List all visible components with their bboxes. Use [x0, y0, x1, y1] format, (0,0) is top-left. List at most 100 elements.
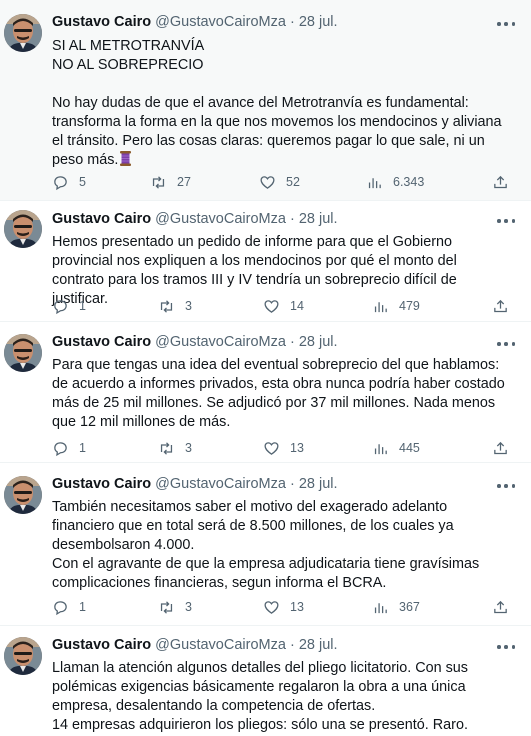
- share-button[interactable]: [492, 597, 519, 617]
- reply-button[interactable]: 5: [52, 172, 86, 192]
- tweet-date[interactable]: 28 jul.: [299, 14, 338, 30]
- retweet-icon: [152, 175, 165, 189]
- reply-icon: [54, 441, 67, 456]
- views-button[interactable]: 479: [372, 296, 420, 316]
- tweet-date[interactable]: 28 jul.: [299, 637, 338, 653]
- author-handle[interactable]: @GustavoCairoMza: [155, 637, 286, 653]
- tweet-date[interactable]: 28 jul.: [299, 211, 338, 227]
- tweet-1[interactable]: Gustavo Cairo @GustavoCairoMza · 28 jul.…: [0, 0, 531, 201]
- author-handle[interactable]: @GustavoCairoMza: [155, 476, 286, 492]
- views-count: 6.343: [393, 175, 425, 189]
- heart-icon: [260, 175, 275, 189]
- reply-count: 5: [79, 175, 86, 189]
- tweet-text: SI AL METROTRANVÍA NO AL SOBREPRECIO No …: [52, 37, 512, 170]
- reply-button[interactable]: 1: [52, 296, 86, 316]
- avatar[interactable]: [4, 476, 42, 514]
- more-icon[interactable]: [497, 341, 515, 347]
- reply-count: 1: [79, 441, 86, 455]
- tweet-3[interactable]: Gustavo Cairo @GustavoCairoMza · 28 jul.…: [0, 322, 531, 463]
- reply-count: 1: [79, 600, 86, 614]
- views-button[interactable]: 445: [372, 438, 420, 458]
- like-button[interactable]: 52: [259, 172, 300, 192]
- tweet-4[interactable]: Gustavo Cairo @GustavoCairoMza · 28 jul.…: [0, 463, 531, 626]
- more-icon[interactable]: [497, 21, 515, 27]
- author-name[interactable]: Gustavo Cairo: [52, 476, 151, 492]
- views-button[interactable]: 367: [372, 597, 420, 617]
- more-icon[interactable]: [497, 644, 515, 650]
- more-icon[interactable]: [497, 218, 515, 224]
- share-icon: [494, 299, 507, 312]
- author-name[interactable]: Gustavo Cairo: [52, 211, 151, 227]
- tweet-header: Gustavo Cairo @GustavoCairoMza · 28 jul.: [52, 476, 338, 492]
- reply-icon: [54, 175, 67, 190]
- avatar[interactable]: [4, 334, 42, 372]
- retweet-button[interactable]: 3: [158, 597, 192, 617]
- views-count: 367: [399, 600, 420, 614]
- heart-icon: [264, 299, 279, 313]
- author-name[interactable]: Gustavo Cairo: [52, 637, 151, 653]
- tweet-2[interactable]: Gustavo Cairo @GustavoCairoMza · 28 jul.…: [0, 201, 531, 322]
- tweet-actions: 1 3 14 479: [52, 296, 510, 316]
- retweet-count: 3: [185, 441, 192, 455]
- retweet-count: 27: [177, 175, 191, 189]
- retweet-icon: [160, 441, 173, 455]
- retweet-icon: [160, 600, 173, 614]
- retweet-button[interactable]: 3: [158, 438, 192, 458]
- share-icon: [494, 600, 507, 613]
- views-icon: [374, 602, 387, 613]
- separator: ·: [289, 211, 295, 227]
- views-icon: [374, 443, 387, 454]
- tweet-date[interactable]: 28 jul.: [299, 476, 338, 492]
- tweet-text: Llaman la atención algunos detalles del …: [52, 660, 468, 733]
- tweet-text: Para que tengas una idea del eventual so…: [52, 357, 505, 430]
- like-button[interactable]: 14: [263, 296, 304, 316]
- like-count: 13: [290, 441, 304, 455]
- share-button[interactable]: [492, 296, 519, 316]
- tweet-5[interactable]: Gustavo Cairo @GustavoCairoMza · 28 jul.…: [0, 626, 531, 736]
- reply-button[interactable]: 1: [52, 438, 86, 458]
- like-button[interactable]: 13: [263, 438, 304, 458]
- avatar[interactable]: [4, 210, 42, 248]
- separator: ·: [289, 334, 295, 350]
- reply-count: 1: [79, 299, 86, 313]
- views-count: 479: [399, 299, 420, 313]
- tweet-text: También necesitamos saber el motivo del …: [52, 499, 480, 591]
- tweet-actions: 5 27 52 6.343: [52, 172, 510, 192]
- tweet-date[interactable]: 28 jul.: [299, 334, 338, 350]
- heart-icon: [264, 441, 279, 455]
- separator: ·: [289, 14, 295, 30]
- thread-spool-emoji: [120, 151, 132, 166]
- avatar[interactable]: [4, 14, 42, 52]
- avatar[interactable]: [4, 637, 42, 675]
- share-icon: [494, 175, 507, 188]
- like-count: 14: [290, 299, 304, 313]
- author-handle[interactable]: @GustavoCairoMza: [155, 211, 286, 227]
- views-icon: [368, 177, 381, 188]
- author-handle[interactable]: @GustavoCairoMza: [155, 14, 286, 30]
- share-icon: [494, 441, 507, 454]
- heart-icon: [264, 600, 279, 614]
- like-count: 13: [290, 600, 304, 614]
- retweet-button[interactable]: 27: [150, 172, 191, 192]
- author-name[interactable]: Gustavo Cairo: [52, 14, 151, 30]
- retweet-count: 3: [185, 299, 192, 313]
- author-handle[interactable]: @GustavoCairoMza: [155, 334, 286, 350]
- separator: ·: [289, 476, 295, 492]
- reply-icon: [54, 299, 67, 314]
- views-count: 445: [399, 441, 420, 455]
- tweet-header: Gustavo Cairo @GustavoCairoMza · 28 jul.: [52, 334, 338, 350]
- tweet-text-content: SI AL METROTRANVÍA NO AL SOBREPRECIO No …: [52, 38, 502, 168]
- views-button[interactable]: 6.343: [366, 172, 424, 192]
- reply-button[interactable]: 1: [52, 597, 86, 617]
- more-icon[interactable]: [497, 483, 515, 489]
- tweet-actions: 1 3 13 445: [52, 438, 510, 458]
- retweet-button[interactable]: 3: [158, 296, 192, 316]
- retweet-count: 3: [185, 600, 192, 614]
- like-button[interactable]: 13: [263, 597, 304, 617]
- share-button[interactable]: [492, 438, 519, 458]
- share-button[interactable]: [492, 172, 519, 192]
- tweet-header: Gustavo Cairo @GustavoCairoMza · 28 jul.: [52, 211, 338, 227]
- like-count: 52: [286, 175, 300, 189]
- views-icon: [374, 301, 387, 312]
- author-name[interactable]: Gustavo Cairo: [52, 334, 151, 350]
